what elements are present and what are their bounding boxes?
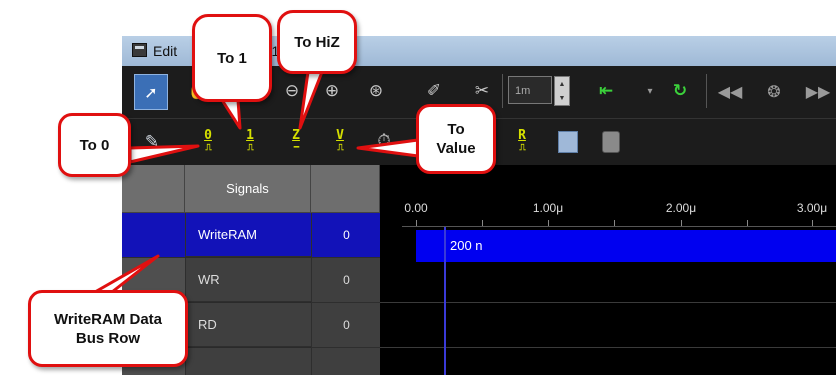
- signal-value: 0: [311, 258, 381, 303]
- zoom-input[interactable]: 1m: [508, 76, 552, 104]
- callout-to-1: To 1: [192, 14, 272, 102]
- to-hiz-button[interactable]: Z ━: [282, 128, 310, 156]
- value-header: [311, 165, 380, 213]
- signal-value: 0: [311, 303, 381, 348]
- callout-to-value: To Value: [416, 104, 496, 174]
- callout-to-hiz: To HiZ: [277, 10, 357, 74]
- signal-name: RD: [185, 303, 311, 347]
- zoom-fit-icon[interactable]: ⊛: [364, 78, 388, 104]
- r-button[interactable]: R ⎍: [508, 128, 536, 156]
- edit-icon[interactable]: ✎: [140, 129, 164, 155]
- forward-icon[interactable]: ▶▶: [806, 78, 831, 104]
- signal-name: WriteRAM: [185, 213, 311, 257]
- tick-label: 2.00μ: [665, 201, 697, 215]
- time-axis: [402, 226, 836, 227]
- callout-to-0: To 0: [58, 113, 131, 177]
- app-icon: [132, 43, 147, 57]
- signal-name: WR: [185, 258, 311, 302]
- go-start-icon[interactable]: ⇤: [594, 78, 618, 104]
- zoom-stepper[interactable]: ▲ ▼: [554, 76, 570, 106]
- header-blank: [122, 165, 185, 213]
- time-cursor[interactable]: [444, 227, 446, 375]
- signal-row-writeram[interactable]: WriteRAM 0: [122, 213, 381, 258]
- marker-icon[interactable]: ✐: [422, 78, 446, 104]
- dropdown-icon[interactable]: ▾: [638, 78, 662, 104]
- zoom-in-icon[interactable]: ⊕: [320, 78, 344, 104]
- loop-icon[interactable]: ↻: [668, 78, 692, 104]
- to-0-button[interactable]: 0 ⎍: [194, 128, 222, 156]
- rewind-icon[interactable]: ◀◀: [718, 78, 743, 104]
- tick-label: 0.00: [404, 201, 428, 215]
- clock-icon[interactable]: ⏱: [372, 128, 396, 154]
- copy-icon[interactable]: [558, 131, 578, 153]
- clear-icon[interactable]: ✂: [470, 78, 494, 104]
- to-value-button[interactable]: V ⎍: [326, 128, 354, 156]
- pointer-icon[interactable]: ➚: [134, 74, 168, 110]
- to-1-button[interactable]: 1 ⎍: [236, 128, 264, 156]
- bus-value-label: 200 n: [450, 238, 483, 253]
- signals-header: Signals: [185, 165, 311, 213]
- zoom-out-icon[interactable]: ⊖: [280, 78, 304, 104]
- signal-value: 0: [311, 213, 381, 258]
- tick-label: 3.00μ: [796, 201, 828, 215]
- waveform-area[interactable]: 0.00 1.00μ 2.00μ 3.00μ 200 n: [380, 165, 836, 375]
- simulate-icon[interactable]: ❂: [762, 78, 786, 104]
- database-icon[interactable]: [602, 131, 620, 153]
- tick-label: 1.00μ: [532, 201, 564, 215]
- callout-writeram-bus-row: WriteRAM Data Bus Row: [28, 290, 188, 367]
